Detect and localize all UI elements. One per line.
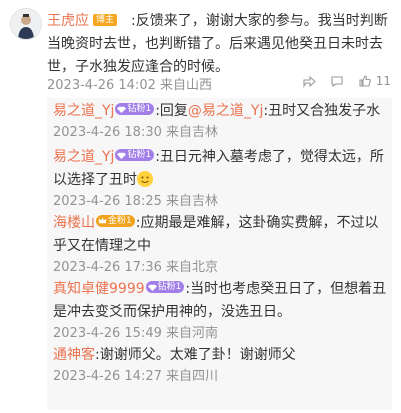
comment-icon[interactable] xyxy=(330,74,344,88)
reply-list: 易之道_Yj 钻粉1:回复@易之道_Yj:丑时又合独发子水 2023-4-26 1… xyxy=(47,98,392,410)
username[interactable]: 王虎应 xyxy=(47,10,89,30)
reply-username[interactable]: 真知卓健9999 xyxy=(53,281,145,297)
fan-badge: 钻粉1 xyxy=(115,102,155,115)
thumbs-up-icon xyxy=(359,75,371,87)
main-comment-header: 王虎应 博主 xyxy=(47,10,118,30)
reply-item: 海楼山 金粉1:应期最是难解，这卦确实费解，不过以乎又在情理之中 2023-4-2… xyxy=(53,212,388,278)
diamond-icon xyxy=(117,152,127,159)
reply-username[interactable]: 海楼山 xyxy=(53,215,95,231)
comment-meta: 2023-4-26 14:02 来自山西 xyxy=(47,78,213,93)
fan-badge: 钻粉1 xyxy=(115,148,155,161)
fan-badge: 钻粉1 xyxy=(145,280,185,293)
like-count: 11 xyxy=(375,74,391,88)
reply-item: 通神客:谢谢师父。太难了卦！谢谢师父 2023-4-26 14:27 来自四川 xyxy=(53,344,388,387)
reply-username[interactable]: 易之道_Yj xyxy=(53,149,114,165)
smiling-face-icon xyxy=(137,171,153,187)
reply-meta: 2023-4-26 18:30 来自吉林 xyxy=(53,125,219,140)
reply-meta: 2023-4-26 15:49 来自河南 xyxy=(53,326,219,341)
reply-item: 易之道_Yj 钻粉1:回复@易之道_Yj:丑时又合独发子水 2023-4-26 1… xyxy=(53,100,388,143)
reply-item: 易之道_Yj 钻粉1:丑日元神入墓考虑了，觉得太远，所以选择了丑时 2023-4-… xyxy=(53,146,388,212)
reply-meta: 2023-4-26 18:25 来自吉林 xyxy=(53,194,219,209)
reply-item: 真知卓健9999 钻粉1:当时也考虑癸丑日了，但想着丑是冲去变爻而保护用神的，没选… xyxy=(53,278,388,344)
crown-icon xyxy=(98,217,107,224)
avatar[interactable] xyxy=(10,8,42,40)
diamond-icon xyxy=(147,284,157,291)
reply-meta: 2023-4-26 14:27 来自四川 xyxy=(53,369,219,384)
share-icon[interactable] xyxy=(302,74,316,88)
blogger-badge: 博主 xyxy=(93,14,118,26)
reply-text: :丑时又合独发子水 xyxy=(263,103,381,119)
comment-actions: 11 xyxy=(302,74,391,88)
diamond-icon xyxy=(117,106,127,113)
mention-link[interactable]: @易之道_Yj xyxy=(188,103,263,119)
reply-text-prefix: :回复 xyxy=(155,103,188,119)
reply-meta: 2023-4-26 17:36 来自北京 xyxy=(53,260,219,275)
like-button[interactable]: 11 xyxy=(358,74,391,88)
reply-username[interactable]: 易之道_Yj xyxy=(53,103,114,119)
reply-username[interactable]: 通神客 xyxy=(53,347,95,363)
fan-badge: 金粉1 xyxy=(96,214,135,227)
reply-text: :谢谢师父。太难了卦！谢谢师父 xyxy=(95,347,296,363)
